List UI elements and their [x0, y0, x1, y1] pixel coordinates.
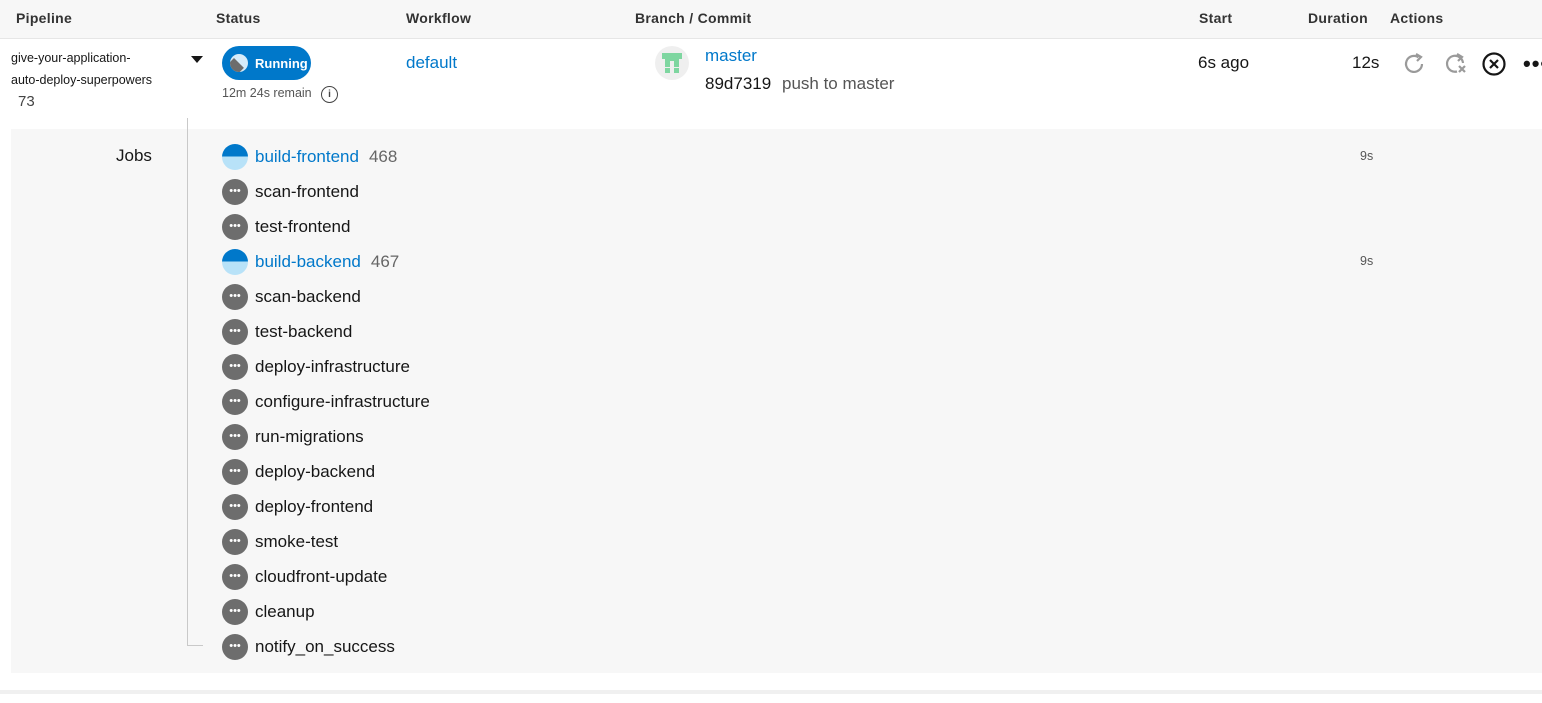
divider [0, 690, 1542, 694]
job-duration: 9s [1360, 254, 1374, 268]
avatar [655, 46, 689, 80]
job-pending-icon [222, 319, 248, 345]
job-name: configure-infrastructure [255, 392, 430, 411]
job-row: cleanup [222, 599, 315, 625]
info-icon[interactable]: i [321, 86, 338, 103]
jobs-label: Jobs [116, 146, 152, 165]
identicon-icon [662, 53, 682, 73]
job-pending-icon [222, 389, 248, 415]
pipeline-name[interactable]: give-your-application- auto-deploy-super… [11, 47, 181, 91]
pipeline-number: 73 [18, 93, 35, 110]
job-row: build-frontend 468 [222, 144, 397, 170]
job-duration: 9s [1360, 149, 1374, 163]
job-name: deploy-backend [255, 462, 376, 481]
job-name: smoke-test [255, 532, 339, 551]
job-name: scan-backend [255, 287, 361, 306]
job-pending-icon [222, 284, 248, 310]
start-time: 6s ago [1198, 53, 1250, 72]
job-pending-icon [222, 179, 248, 205]
job-running-icon [222, 249, 248, 275]
job-row: run-migrations [222, 424, 364, 450]
job-running-icon [222, 144, 248, 170]
job-row: test-backend [222, 319, 352, 345]
duration: 12s [1352, 53, 1380, 72]
commit-message: push to master [782, 74, 895, 93]
pipeline-name-line2: auto-deploy-superpowers [11, 73, 153, 87]
job-pending-icon [222, 599, 248, 625]
job-pending-icon [222, 424, 248, 450]
job-name: deploy-frontend [255, 497, 374, 516]
job-name: cloudfront-update [255, 567, 388, 586]
status-badge: Running [222, 46, 311, 80]
job-name: cleanup [255, 602, 315, 621]
header-pipeline: Pipeline [16, 10, 73, 26]
job-number: 468 [368, 147, 398, 166]
workflow-link[interactable]: default [406, 53, 457, 73]
branch-link[interactable]: master [705, 46, 757, 66]
job-name: notify_on_success [255, 637, 395, 656]
rerun-failed-icon[interactable] [1442, 51, 1468, 77]
job-row: build-backend 467 [222, 249, 399, 275]
commit-hash[interactable]: 89d7319 [705, 74, 771, 94]
job-name: scan-frontend [255, 182, 359, 201]
job-number: 467 [370, 252, 400, 271]
job-pending-icon [222, 564, 248, 590]
header-actions: Actions [1390, 10, 1444, 26]
header-status: Status [216, 10, 261, 26]
job-name: test-frontend [255, 217, 351, 236]
job-row: scan-backend [222, 284, 361, 310]
job-pending-icon [222, 634, 248, 660]
status-label: Running [255, 55, 308, 71]
job-row: notify_on_success [222, 634, 395, 660]
more-icon[interactable]: ••• [1523, 53, 1542, 75]
job-name: deploy-infrastructure [255, 357, 410, 376]
job-pending-icon [222, 459, 248, 485]
header-workflow: Workflow [406, 10, 472, 26]
job-row: scan-frontend [222, 179, 359, 205]
job-row: smoke-test [222, 529, 338, 555]
job-name[interactable]: build-backend [255, 252, 361, 272]
header-branch-commit: Branch / Commit [635, 10, 752, 26]
job-row: test-frontend [222, 214, 350, 240]
job-pending-icon [222, 354, 248, 380]
time-remaining: 12m 24s remain [222, 86, 312, 100]
job-row: deploy-frontend [222, 494, 373, 520]
job-name: test-backend [255, 322, 353, 341]
job-name: run-migrations [255, 427, 364, 446]
caret-down-icon[interactable] [191, 56, 203, 63]
job-row: configure-infrastructure [222, 389, 430, 415]
tree-line-end [187, 645, 203, 646]
job-row: deploy-infrastructure [222, 354, 410, 380]
tree-line [187, 118, 188, 646]
pipeline-name-line1: give-your-application- [11, 51, 131, 65]
running-icon [230, 54, 248, 72]
job-row: cloudfront-update [222, 564, 387, 590]
job-pending-icon [222, 529, 248, 555]
header-duration: Duration [1308, 10, 1368, 26]
job-pending-icon [222, 494, 248, 520]
table-header: Pipeline Status Workflow Branch / Commit… [0, 0, 1542, 39]
cancel-icon[interactable] [1481, 51, 1507, 77]
header-start: Start [1199, 10, 1233, 26]
rerun-icon[interactable] [1401, 51, 1427, 77]
job-row: deploy-backend [222, 459, 375, 485]
job-pending-icon [222, 214, 248, 240]
job-name[interactable]: build-frontend [255, 147, 359, 167]
